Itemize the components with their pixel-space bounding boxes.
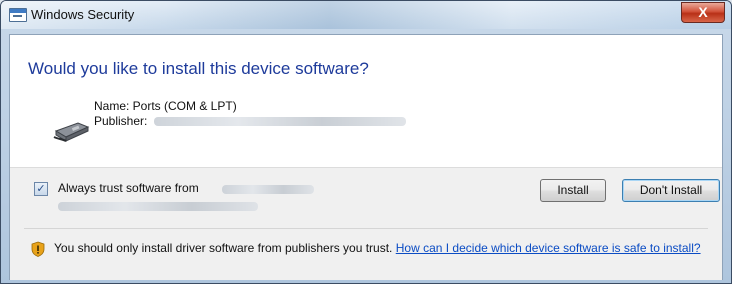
help-link[interactable]: How can I decide which device software i…: [396, 241, 701, 255]
dialog-headline: Would you like to install this device so…: [28, 59, 369, 78]
shield-warning-icon: [31, 241, 45, 257]
publisher-name-redacted: [153, 117, 406, 127]
device-name: Name: Ports (COM & LPT): [94, 99, 237, 113]
title-bar: Windows Security X: [1, 1, 731, 29]
trusted-publisher-redacted-line2: [58, 202, 258, 211]
windows-security-dialog: Windows Security X Would you like to ins…: [0, 0, 732, 284]
window-title: Windows Security: [31, 7, 135, 22]
install-button[interactable]: Install: [540, 179, 606, 202]
dialog-content: Would you like to install this device so…: [9, 34, 723, 280]
close-button[interactable]: X: [681, 2, 725, 23]
ports-device-icon: [53, 122, 90, 142]
dont-install-button[interactable]: Don't Install: [622, 179, 720, 202]
security-window-icon: [9, 8, 27, 22]
divider: [24, 228, 708, 229]
publisher-row: Publisher:: [94, 114, 406, 129]
device-info: Name: Ports (COM & LPT) Publisher:: [94, 99, 406, 129]
publisher-label: Publisher:: [94, 114, 148, 128]
warning-text: You should only install driver software …: [54, 241, 393, 255]
always-trust-checkbox[interactable]: ✓: [34, 182, 48, 196]
always-trust-label: Always trust software from: [58, 181, 199, 195]
trusted-publisher-redacted: [222, 185, 314, 194]
warning-message: You should only install driver software …: [54, 240, 714, 256]
action-area: ✓ Always trust software from Install Don…: [10, 167, 722, 280]
